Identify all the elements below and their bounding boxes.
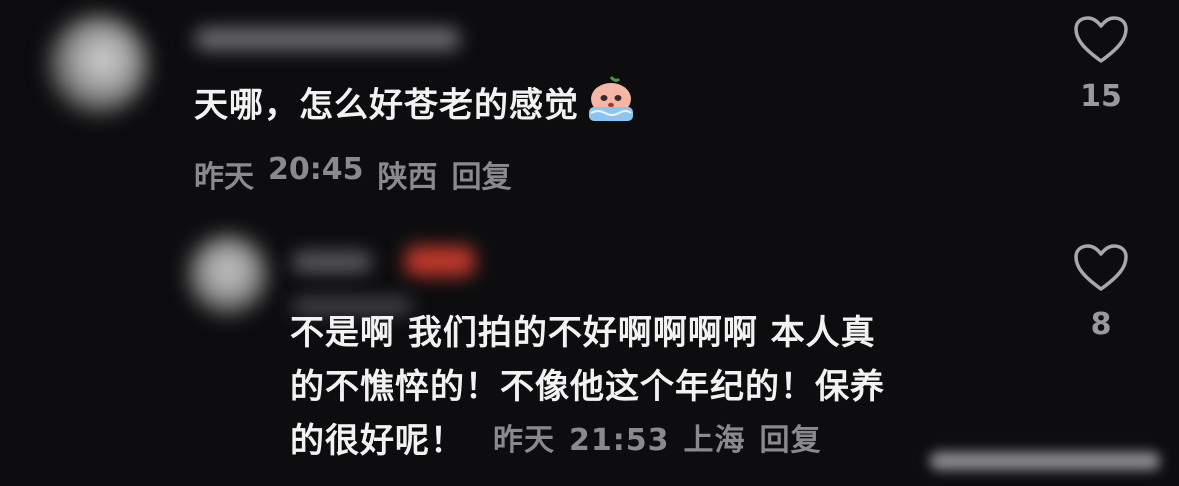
comment-location: 上海	[683, 423, 746, 458]
comment-text: 天哪，怎么好苍老的感觉	[194, 75, 637, 139]
comment-line: 的不憔悴的！不像他这个年纪的！保养	[290, 367, 885, 407]
username-blurred[interactable]	[292, 252, 372, 272]
comment-date: 昨天	[194, 160, 254, 195]
author-badge	[405, 246, 475, 276]
like-button[interactable]: 8	[1071, 243, 1131, 342]
username-blurred[interactable]	[195, 28, 460, 50]
crying-peach-emoji-icon	[585, 75, 637, 139]
watermark-blurred	[930, 452, 1160, 470]
comment-meta: 昨天 21:53 上海 回复	[493, 414, 822, 468]
comment-date: 昨天	[493, 423, 555, 458]
avatar[interactable]	[48, 15, 148, 115]
heart-outline-icon	[1074, 16, 1128, 63]
reply-button[interactable]: 回复	[452, 152, 512, 196]
avatar[interactable]	[188, 235, 268, 315]
comment-text: 不是啊 我们拍的不好啊啊啊啊 本人真 的不憔悴的！不像他这个年纪的！保养 的很好…	[290, 306, 1050, 468]
comment-location: 陕西	[377, 160, 438, 195]
comment-text-content: 天哪，怎么好苍老的感觉	[194, 85, 579, 126]
comment-time: 21:53	[569, 423, 670, 458]
reply-button[interactable]: 回复	[760, 414, 822, 468]
heart-outline-icon	[1074, 244, 1128, 291]
comment-time: 20:45	[268, 152, 364, 187]
like-count: 8	[1090, 307, 1112, 342]
like-button[interactable]: 15	[1071, 15, 1131, 114]
comment-meta: 昨天 20:45 陕西 回复	[194, 152, 512, 196]
comment-line: 不是啊 我们拍的不好啊啊啊啊 本人真	[290, 313, 876, 353]
like-count: 15	[1080, 79, 1122, 114]
